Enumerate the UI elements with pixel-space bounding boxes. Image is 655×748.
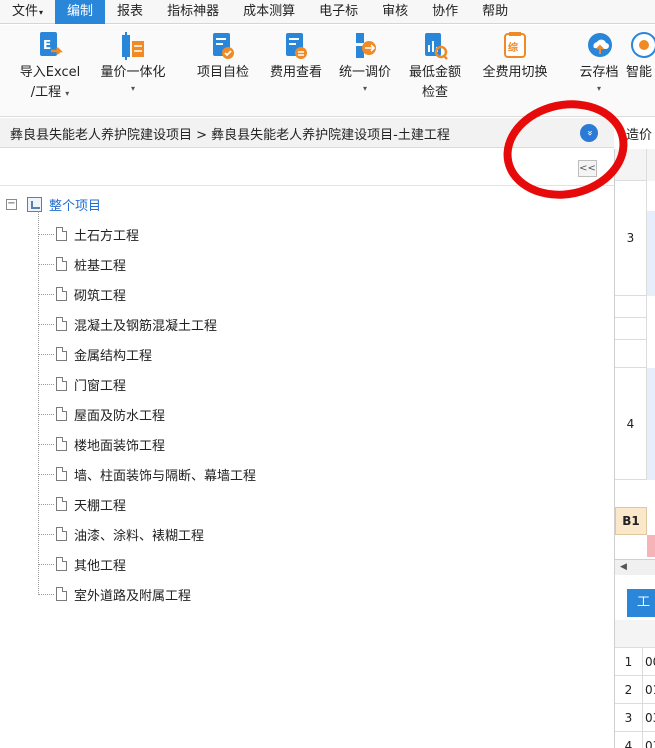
table-row[interactable]: 100 <box>615 648 655 676</box>
svg-text:综: 综 <box>508 41 518 54</box>
smart-button[interactable]: 智能 <box>626 29 655 83</box>
self-check-button[interactable]: 项目自检 <box>190 29 256 83</box>
document-icon <box>56 497 67 511</box>
document-icon <box>56 467 67 481</box>
row-number[interactable]: 4 <box>615 368 647 480</box>
fee-view-icon <box>283 31 309 61</box>
document-icon <box>56 437 67 451</box>
collapse-panel-button[interactable]: << <box>578 160 597 177</box>
menu-cost-estimate[interactable]: 成本测算 <box>231 0 307 24</box>
divider <box>0 185 614 186</box>
document-icon <box>56 407 67 421</box>
table-row[interactable]: 403 <box>615 732 655 748</box>
project-tree-panel: << − 整个项目 土石方工程 桩基工程 砌筑工程 混凝土及钢筋混凝土工程 金属… <box>0 149 614 748</box>
b1-row-label[interactable]: B1 <box>615 507 647 535</box>
menu-edit[interactable]: 编制 <box>55 0 106 24</box>
tree-item[interactable]: 门窗工程 <box>38 374 126 394</box>
chevron-down-icon: ▾ <box>130 84 135 93</box>
grid-cell[interactable] <box>615 318 647 340</box>
double-chevron-down-icon[interactable]: » <box>580 124 598 142</box>
import-excel-icon: E <box>37 31 64 61</box>
import-excel-button[interactable]: E 导入Excel /工程 ▾ <box>14 29 86 103</box>
grid-cell[interactable] <box>615 296 647 318</box>
unified-adjust-button[interactable]: 统一调价 ▾ <box>332 29 398 95</box>
project-icon <box>27 196 42 212</box>
tree-item[interactable]: 砌筑工程 <box>38 284 126 304</box>
tree-item[interactable]: 混凝土及钢筋混凝土工程 <box>38 314 217 334</box>
grid-cell[interactable] <box>615 340 647 368</box>
document-icon <box>56 377 67 391</box>
tree-item[interactable]: 其他工程 <box>38 554 126 574</box>
menu-bar: 文件▾ 编制 报表 指标神器 成本测算 电子标 审核 协作 帮助 <box>0 0 655 24</box>
document-icon <box>56 587 67 601</box>
tree-item[interactable]: 油漆、涂料、裱糊工程 <box>38 524 204 544</box>
menu-help[interactable]: 帮助 <box>470 0 520 24</box>
breadcrumb-bar: 彝良县失能老人养护院建设项目 > 彝良县失能老人养护院建设项目-土建工程 » <box>0 118 614 148</box>
breadcrumb[interactable]: 彝良县失能老人养护院建设项目 > 彝良县失能老人养护院建设项目-土建工程 <box>10 124 450 143</box>
tree-item[interactable]: 天棚工程 <box>38 494 126 514</box>
row-number[interactable]: 3 <box>615 181 647 296</box>
full-fee-switch-button[interactable]: 综 全费用切换 <box>475 29 555 83</box>
right-tab-label[interactable]: 造价 <box>626 124 652 143</box>
menu-e-bid[interactable]: 电子标 <box>307 0 370 24</box>
tree-item[interactable]: 桩基工程 <box>38 254 126 274</box>
tree-root-label: 整个项目 <box>49 198 102 214</box>
unified-adjust-icon <box>352 31 378 61</box>
document-icon <box>56 257 67 271</box>
self-check-icon <box>210 31 236 61</box>
menu-indicator[interactable]: 指标神器 <box>155 0 231 24</box>
grid-cell[interactable] <box>647 368 655 480</box>
table-header <box>615 620 655 648</box>
document-icon <box>56 347 67 361</box>
tree-item[interactable]: 金属结构工程 <box>38 344 152 364</box>
chevron-down-icon: ▾ <box>596 84 601 93</box>
quantity-price-button[interactable]: 量价一体化 ▾ <box>92 29 174 95</box>
min-amount-icon <box>422 31 448 61</box>
cloud-archive-icon <box>586 31 612 61</box>
tab-work[interactable]: 工 <box>627 589 655 617</box>
table-row[interactable]: 303 <box>615 704 655 732</box>
cloud-archive-button[interactable]: 云存档 ▾ <box>570 29 628 95</box>
document-icon <box>56 317 67 331</box>
smart-icon <box>630 31 655 61</box>
scroll-left-icon[interactable]: ◀ <box>620 562 627 572</box>
grid-header-cell <box>647 149 655 181</box>
chevron-down-icon: ▾ <box>39 7 44 17</box>
menu-collab[interactable]: 协作 <box>420 0 470 24</box>
ribbon-toolbar: E 导入Excel /工程 ▾ 量价一体化 ▾ 项目自检 费用查看 统一调价 ▾… <box>0 25 655 117</box>
document-icon <box>56 527 67 541</box>
collapse-node-icon[interactable]: − <box>6 198 17 210</box>
menu-report[interactable]: 报表 <box>105 0 155 24</box>
chevron-down-icon: ▾ <box>65 89 70 98</box>
full-fee-switch-icon: 综 <box>502 31 528 61</box>
svg-text:E: E <box>43 38 51 52</box>
menu-audit[interactable]: 审核 <box>370 0 420 24</box>
fee-view-button[interactable]: 费用查看 <box>263 29 329 83</box>
tree-item[interactable]: 室外道路及附属工程 <box>38 584 191 604</box>
tree-item[interactable]: 土石方工程 <box>38 224 139 244</box>
document-icon <box>56 557 67 571</box>
menu-file[interactable]: 文件▾ <box>0 0 55 24</box>
tree-item[interactable]: 楼地面装饰工程 <box>38 434 165 454</box>
chevron-down-icon: ▾ <box>362 84 367 93</box>
grid-header-cell <box>615 149 647 181</box>
cost-grid-partial: 3 4 B1 ◀ 工 100 201 303 403 <box>614 149 655 748</box>
document-icon <box>56 287 67 301</box>
document-icon <box>56 227 67 241</box>
table-row[interactable]: 201 <box>615 676 655 704</box>
tree-root-node[interactable]: − 整个项目 <box>6 194 101 214</box>
grid-cell[interactable] <box>647 211 655 296</box>
tree-item[interactable]: 墙、柱面装饰与隔断、幕墙工程 <box>38 464 256 484</box>
min-amount-check-button[interactable]: 最低金额 检查 <box>402 29 468 103</box>
horizontal-scrollbar[interactable]: ◀ <box>615 559 655 575</box>
tree-item[interactable]: 屋面及防水工程 <box>38 404 165 424</box>
quantity-price-icon <box>120 31 146 61</box>
highlight-cell <box>647 535 655 557</box>
